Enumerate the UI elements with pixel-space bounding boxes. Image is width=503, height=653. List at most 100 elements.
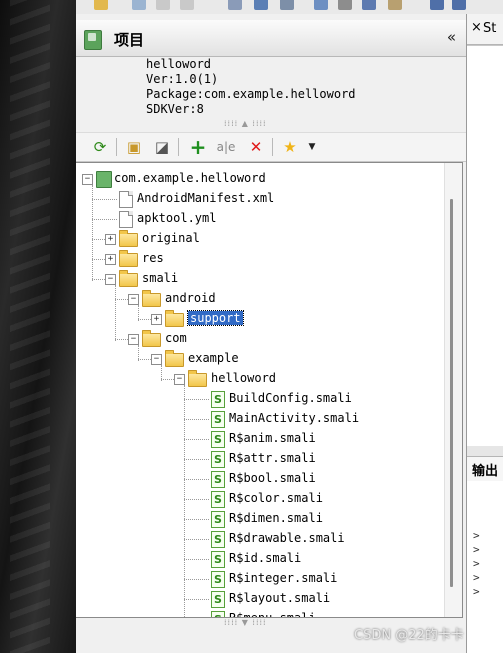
tree-node[interactable]: S BuildConfig.smali: [76, 390, 444, 408]
tree-node-label[interactable]: smali: [142, 271, 178, 285]
tree-node-label[interactable]: original: [142, 231, 200, 245]
project-tree[interactable]: − com.example.helloword AndroidManifest.xm…: [76, 162, 463, 618]
tree-node-label[interactable]: R$integer.smali: [229, 571, 337, 585]
tree-node[interactable]: S R$dimen.smali: [76, 510, 444, 528]
tree-node-label[interactable]: res: [142, 251, 164, 265]
tree-node[interactable]: S R$bool.smali: [76, 470, 444, 488]
tool-icon[interactable]: [180, 0, 194, 10]
collapse-icon[interactable]: −: [128, 294, 139, 305]
smali-icon: S: [211, 571, 225, 588]
tree-node-label[interactable]: AndroidManifest.xml: [137, 191, 274, 205]
tree-node-label[interactable]: R$bool.smali: [229, 471, 316, 485]
copy-icon[interactable]: [314, 0, 328, 10]
undo-icon[interactable]: [430, 0, 444, 10]
redo-icon[interactable]: [452, 0, 466, 10]
open-icon[interactable]: [94, 0, 108, 10]
output-line-arrow: >: [473, 529, 480, 542]
collapse-icon[interactable]: −: [174, 374, 185, 385]
expand-icon[interactable]: +: [105, 234, 116, 245]
delete-icon[interactable]: ✕: [246, 137, 266, 157]
tree-node-label[interactable]: com: [165, 331, 187, 345]
tree-node-label[interactable]: apktool.yml: [137, 211, 216, 225]
tool-icon[interactable]: [156, 0, 170, 10]
folder-icon: [165, 310, 184, 327]
splitter-grip[interactable]: ⁞⁞⁞⁞ ▼ ⁞⁞⁞⁞: [224, 618, 267, 627]
collapse-icon[interactable]: −: [151, 354, 162, 365]
collapse-icon[interactable]: −: [128, 334, 139, 345]
tree-node[interactable]: − com: [76, 330, 444, 348]
refresh-icon[interactable]: ⟳: [90, 137, 110, 157]
tree-node-label[interactable]: R$anim.smali: [229, 431, 316, 445]
project-info: helloword Ver:1.0(1) Package:com.example…: [76, 57, 466, 121]
tree-node[interactable]: S R$drawable.smali: [76, 530, 444, 548]
tree-node[interactable]: S R$attr.smali: [76, 450, 444, 468]
tree-node-label[interactable]: R$color.smali: [229, 491, 323, 505]
tree-node[interactable]: − helloword: [76, 370, 444, 388]
tree-node[interactable]: − android: [76, 290, 444, 308]
tree-node[interactable]: S R$anim.smali: [76, 430, 444, 448]
save-icon[interactable]: [132, 0, 146, 10]
tree-node-label[interactable]: com.example.helloword: [114, 171, 266, 185]
tree-node[interactable]: + original: [76, 230, 444, 248]
tree-node-label[interactable]: R$dimen.smali: [229, 511, 323, 525]
tree-node-label[interactable]: example: [188, 351, 239, 365]
tab-label[interactable]: St: [483, 21, 496, 36]
dropdown-arrow-icon[interactable]: ▼: [302, 137, 322, 157]
tree-node[interactable]: S R$menu.smali: [76, 610, 444, 617]
tool-icon[interactable]: [280, 0, 294, 10]
tool-icon[interactable]: [254, 0, 268, 10]
open-folder-icon[interactable]: ▣: [124, 137, 144, 157]
add-icon[interactable]: +: [188, 137, 208, 157]
tree-node[interactable]: apktool.yml: [76, 210, 444, 228]
tree-node[interactable]: + res: [76, 250, 444, 268]
tree-node-label[interactable]: R$drawable.smali: [229, 531, 345, 545]
tree-node-label[interactable]: R$id.smali: [229, 551, 301, 565]
tree-node-label[interactable]: R$layout.smali: [229, 591, 330, 605]
project-version: Ver:1.0(1): [146, 72, 219, 86]
cut-icon[interactable]: [338, 0, 352, 10]
tree-node[interactable]: S R$id.smali: [76, 550, 444, 568]
tree-node[interactable]: − smali: [76, 270, 444, 288]
rename-icon[interactable]: a|e: [216, 137, 236, 157]
output-line-arrow: >: [473, 543, 480, 556]
tree-node[interactable]: + support: [76, 310, 444, 328]
project-sdk: SDKVer:8: [146, 102, 204, 116]
smali-icon: S: [211, 611, 225, 617]
paste-icon[interactable]: [362, 0, 376, 10]
tree-node[interactable]: S MainActivity.smali: [76, 410, 444, 428]
splitter-grip[interactable]: ⁞⁞⁞⁞ ▲ ⁞⁞⁞⁞: [224, 119, 267, 128]
tree-node[interactable]: S R$color.smali: [76, 490, 444, 508]
tree-node-label[interactable]: MainActivity.smali: [229, 411, 359, 425]
collapse-icon[interactable]: −: [105, 274, 116, 285]
tree-node-label[interactable]: android: [165, 291, 216, 305]
tree-node[interactable]: S R$layout.smali: [76, 590, 444, 608]
scrollbar-thumb[interactable]: [450, 199, 453, 587]
tree-node-label[interactable]: R$menu.smali: [229, 611, 316, 617]
tree-node-label[interactable]: BuildConfig.smali: [229, 391, 352, 405]
toolbar-separator: [178, 138, 179, 156]
tree-node[interactable]: − example: [76, 350, 444, 368]
star-icon[interactable]: ★: [280, 137, 300, 157]
tool-icon[interactable]: [388, 0, 402, 10]
tree-node-label[interactable]: helloword: [211, 371, 276, 385]
tree-guide-line: [161, 365, 162, 381]
panel-title: 项目: [114, 31, 145, 49]
smali-icon: S: [211, 471, 225, 488]
tree-scrollbar[interactable]: [444, 163, 462, 617]
box-icon[interactable]: ◪: [152, 137, 172, 157]
tree-node[interactable]: − com.example.helloword: [76, 170, 444, 188]
expand-icon[interactable]: +: [151, 314, 162, 325]
editor-tab[interactable]: × St: [467, 14, 503, 45]
tree-node-label[interactable]: R$attr.smali: [229, 451, 316, 465]
tree-node[interactable]: S R$integer.smali: [76, 570, 444, 588]
collapse-icon[interactable]: −: [82, 174, 93, 185]
expand-icon[interactable]: +: [105, 254, 116, 265]
tree-node-label[interactable]: support: [187, 310, 244, 326]
output-area[interactable]: > > > > >: [467, 481, 503, 653]
tool-icon[interactable]: [228, 0, 242, 10]
tab-close-icon[interactable]: ×: [471, 20, 482, 35]
editor-area[interactable]: [467, 45, 503, 446]
collapse-panel-button[interactable]: «: [447, 28, 456, 46]
tree-node[interactable]: AndroidManifest.xml: [76, 190, 444, 208]
smali-icon: S: [211, 531, 225, 548]
